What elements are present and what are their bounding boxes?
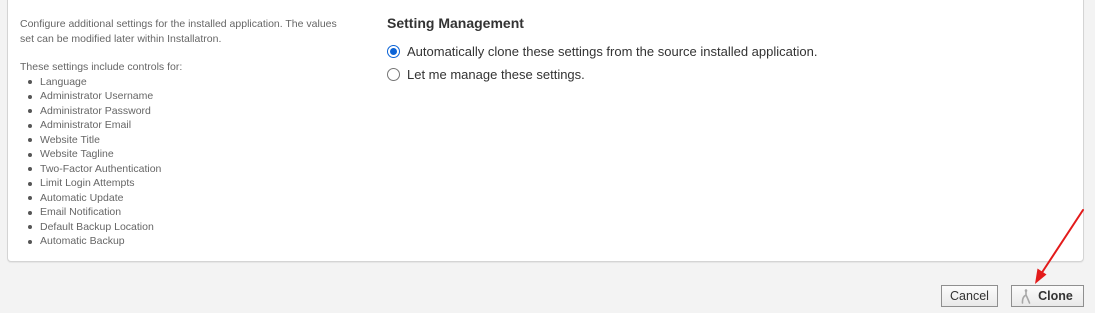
list-item: Language (20, 75, 360, 90)
option-auto-clone[interactable]: Automatically clone these settings from … (387, 40, 817, 63)
option-manage-manually[interactable]: Let me manage these settings. (387, 63, 817, 86)
list-item: Website Tagline (20, 147, 360, 162)
section-title: Setting Management (387, 15, 524, 31)
option-auto-clone-label[interactable]: Automatically clone these settings from … (407, 44, 817, 59)
cancel-button-label: Cancel (950, 289, 989, 303)
list-item: Administrator Username (20, 89, 360, 104)
option-manage-manually-label[interactable]: Let me manage these settings. (407, 67, 585, 82)
list-item: Two-Factor Authentication (20, 162, 360, 177)
list-item: Limit Login Attempts (20, 176, 360, 191)
controls-intro: These settings include controls for: (20, 61, 183, 73)
settings-panel: Configure additional settings for the in… (7, 0, 1084, 262)
radio-manage-manually[interactable] (387, 68, 400, 81)
list-item: Default Backup Location (20, 220, 360, 235)
controls-list: Language Administrator Username Administ… (20, 75, 360, 249)
list-item: Administrator Email (20, 118, 360, 133)
radio-auto-clone[interactable] (387, 45, 400, 58)
list-item: Automatic Backup (20, 234, 360, 249)
settings-description: Configure additional settings for the in… (20, 18, 337, 45)
list-item: Website Title (20, 133, 360, 148)
cancel-button[interactable]: Cancel (941, 285, 998, 307)
clone-icon (1021, 288, 1031, 304)
clone-button-label: Clone (1038, 289, 1073, 303)
setting-management-section: Setting Management Automatically clone t… (387, 15, 817, 86)
clone-button[interactable]: Clone (1011, 285, 1084, 307)
list-item: Email Notification (20, 205, 360, 220)
settings-help: Configure additional settings for the in… (20, 17, 360, 249)
list-item: Administrator Password (20, 104, 360, 119)
list-item: Automatic Update (20, 191, 360, 206)
